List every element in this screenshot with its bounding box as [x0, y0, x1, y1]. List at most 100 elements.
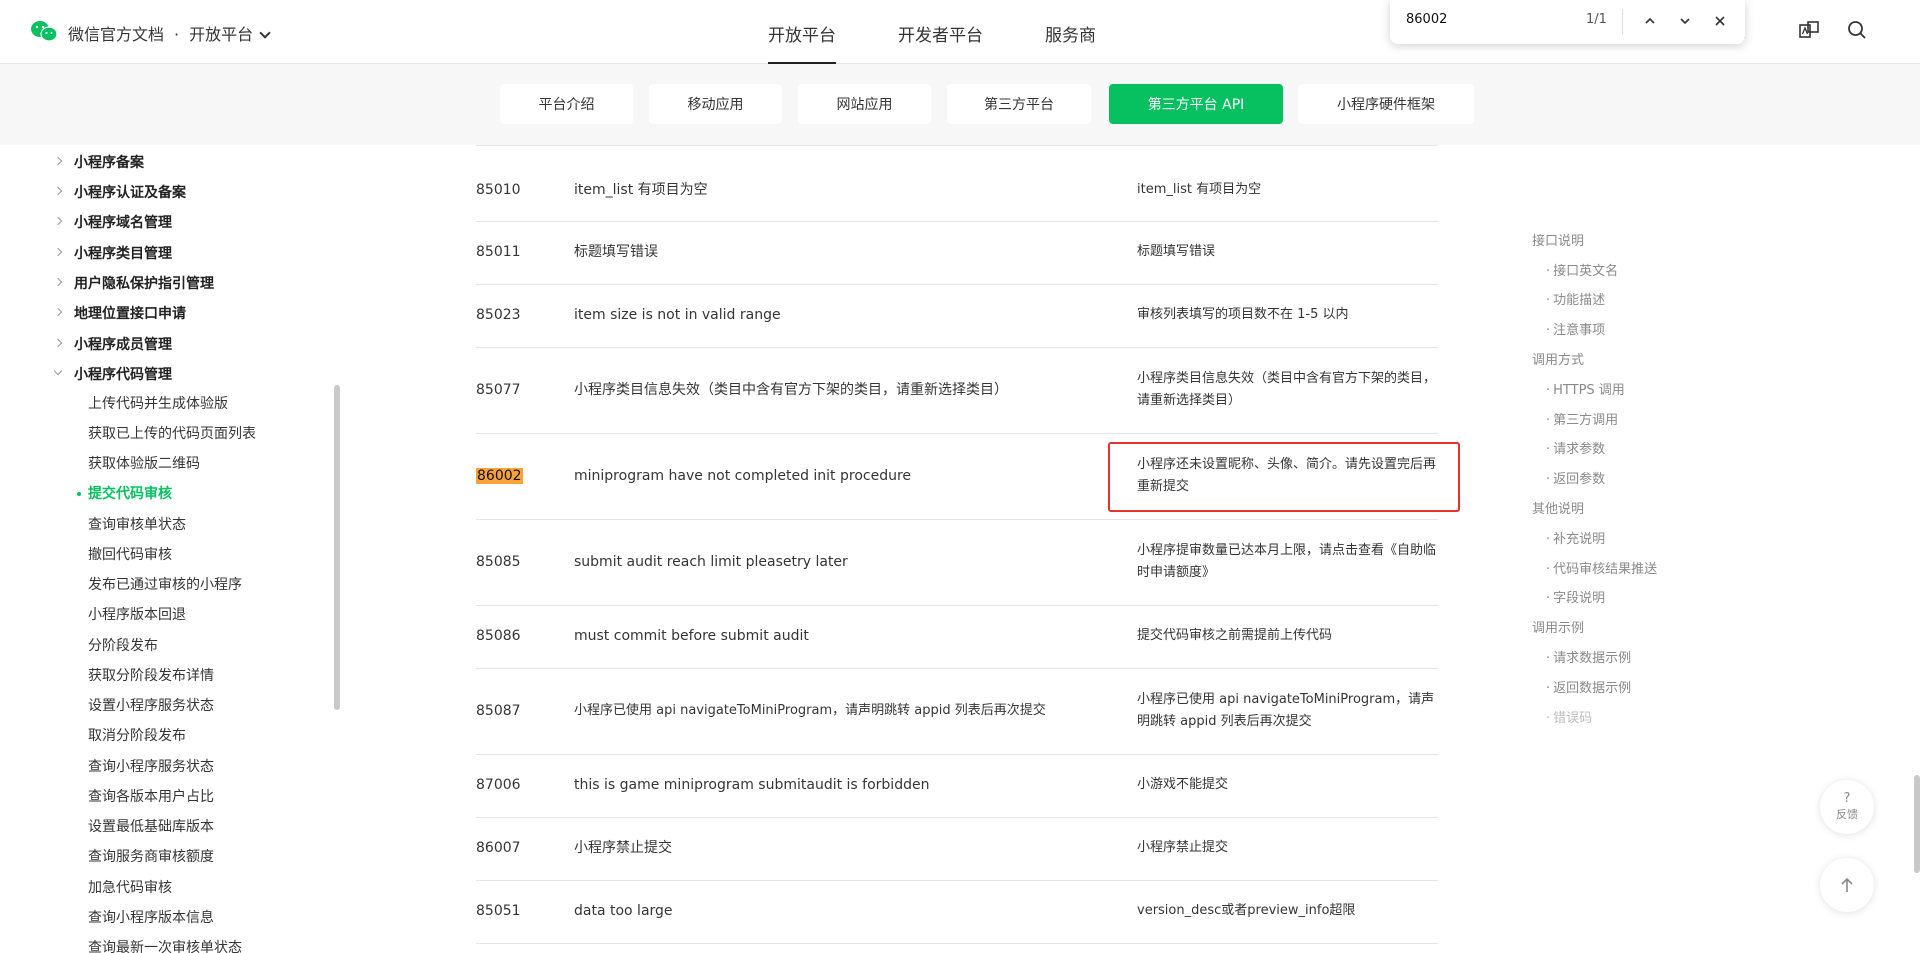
section-dropdown[interactable]: 开放平台 — [189, 25, 253, 44]
toc-item[interactable]: 返回数据示例 — [1546, 677, 1631, 696]
error-message: item_list 有项目为空 — [574, 182, 708, 198]
language-switch-icon[interactable] — [1798, 19, 1820, 41]
error-description: 小程序提审数量已达本月上限，请点击查看《自助临时申请额度》 — [1137, 543, 1437, 580]
chevron-right-icon[interactable] — [53, 216, 63, 226]
toc-item[interactable]: 接口英文名 — [1546, 260, 1618, 279]
chevron-right-icon[interactable] — [53, 338, 63, 348]
toc-heading[interactable]: 其他说明 — [1532, 498, 1584, 517]
error-code-match: 86002 — [476, 465, 523, 487]
error-code: 86007 — [476, 840, 521, 856]
chevron-down-icon[interactable] — [53, 366, 63, 376]
sidebar-item[interactable]: 小程序版本回退 — [88, 604, 186, 624]
tab-mobile-app[interactable]: 移动应用 — [649, 84, 782, 124]
sidebar-item[interactable]: 查询最新一次审核单状态 — [88, 937, 242, 953]
toc-item-error-code[interactable]: 错误码 — [1546, 707, 1592, 726]
error-description: 小游戏不能提交 — [1137, 777, 1229, 792]
sidebar-item[interactable]: 设置小程序服务状态 — [88, 695, 214, 715]
error-description: 提交代码审核之前需提前上传代码 — [1137, 628, 1333, 643]
error-code: 85051 — [476, 903, 521, 919]
sidebar-group[interactable]: 小程序域名管理 — [74, 212, 172, 232]
error-message: 小程序已使用 api navigateToMiniProgram，请声明跳转 a… — [574, 703, 1046, 718]
back-to-top-button[interactable] — [1820, 858, 1874, 912]
arrow-up-icon — [1841, 877, 1853, 892]
error-message: must commit before submit audit — [574, 628, 809, 644]
toc-heading[interactable]: 调用示例 — [1532, 617, 1584, 636]
find-match-count: 1/1 — [1586, 12, 1607, 27]
sidebar-item[interactable]: 获取分阶段发布详情 — [88, 665, 214, 685]
sidebar-group[interactable]: 小程序备案 — [74, 152, 144, 172]
current-item-dot — [77, 492, 81, 496]
sidebar-item[interactable]: 获取已上传的代码页面列表 — [88, 423, 256, 443]
sidebar-item[interactable]: 查询服务商审核额度 — [88, 846, 214, 866]
toc-item[interactable]: 功能描述 — [1546, 289, 1605, 308]
find-match-highlight: 86002 — [476, 468, 523, 484]
sidebar-item[interactable]: 查询各版本用户占比 — [88, 786, 214, 806]
sidebar-group[interactable]: 地理位置接口申请 — [74, 303, 186, 323]
tab-third-party-platform[interactable]: 第三方平台 — [947, 84, 1091, 124]
sidebar-group[interactable]: 小程序成员管理 — [74, 334, 172, 354]
find-separator — [1622, 9, 1623, 35]
find-next-button[interactable] — [1674, 10, 1696, 32]
sidebar-item[interactable]: 上传代码并生成体验版 — [88, 393, 228, 413]
sidebar-item[interactable]: 获取体验版二维码 — [88, 453, 200, 473]
toc-item[interactable]: 第三方调用 — [1546, 409, 1618, 428]
error-message: 标题填写错误 — [574, 244, 658, 260]
tab-platform-intro[interactable]: 平台介绍 — [500, 84, 633, 124]
error-description: 小程序类目信息失效（类目中含有官方下架的类目，请重新选择类目） — [1137, 371, 1437, 408]
nav-developer-platform[interactable]: 开发者平台 — [898, 0, 983, 64]
sidebar-item[interactable]: 查询小程序版本信息 — [88, 907, 214, 927]
toc-item[interactable]: 请求参数 — [1546, 438, 1605, 457]
find-input[interactable]: 86002 — [1406, 12, 1447, 27]
toc-item[interactable]: 请求数据示例 — [1546, 647, 1631, 666]
toc-item[interactable]: HTTPS 调用 — [1546, 379, 1625, 398]
error-code: 85011 — [476, 244, 521, 260]
chevron-down-icon[interactable] — [259, 27, 271, 39]
sidebar-group-expanded[interactable]: 小程序代码管理 — [74, 364, 172, 384]
table-row: 85085 submit audit reach limit pleasetry… — [476, 520, 1438, 606]
chevron-right-icon[interactable] — [53, 186, 63, 196]
error-description: item_list 有项目为空 — [1137, 182, 1262, 197]
sidebar-item[interactable]: 查询审核单状态 — [88, 514, 186, 534]
error-message: this is game miniprogram submitaudit is … — [574, 777, 930, 793]
toc-heading[interactable]: 接口说明 — [1532, 230, 1584, 249]
page-scrollbar[interactable] — [1914, 775, 1920, 873]
search-icon[interactable] — [1846, 19, 1868, 41]
sidebar-item-current[interactable]: 提交代码审核 — [88, 483, 172, 503]
sidebar-item[interactable]: 加急代码审核 — [88, 877, 172, 897]
sidebar-item[interactable]: 发布已通过审核的小程序 — [88, 574, 242, 594]
tab-third-party-api[interactable]: 第三方平台 API — [1109, 84, 1283, 124]
toc-heading[interactable]: 调用方式 — [1532, 349, 1584, 368]
sidebar-item[interactable]: 设置最低基础库版本 — [88, 816, 214, 836]
sidebar-group[interactable]: 小程序类目管理 — [74, 243, 172, 263]
find-in-page-bar: 86002 1/1 — [1390, 0, 1745, 44]
sidebar-item[interactable]: 查询小程序服务状态 — [88, 756, 214, 776]
main-nav: 开放平台 开发者平台 服务商 — [768, 0, 1158, 64]
toc-item[interactable]: 注意事项 — [1546, 319, 1605, 338]
find-previous-button[interactable] — [1639, 10, 1661, 32]
nav-open-platform[interactable]: 开放平台 — [768, 0, 836, 64]
chevron-right-icon[interactable] — [53, 307, 63, 317]
nav-service-provider[interactable]: 服务商 — [1045, 0, 1096, 64]
chevron-right-icon[interactable] — [53, 277, 63, 287]
chevron-right-icon[interactable] — [53, 247, 63, 257]
sidebar-item[interactable]: 撤回代码审核 — [88, 544, 172, 564]
chevron-right-icon[interactable] — [53, 156, 63, 166]
brand[interactable]: 微信官方文档 · 开放平台 — [68, 21, 271, 45]
find-close-button[interactable] — [1709, 10, 1731, 32]
tab-hardware-framework[interactable]: 小程序硬件框架 — [1298, 84, 1474, 124]
toc-item[interactable]: 补充说明 — [1546, 528, 1605, 547]
tab-website-app[interactable]: 网站应用 — [798, 84, 931, 124]
toc-item[interactable]: 代码审核结果推送 — [1546, 558, 1657, 577]
sidebar-scrollbar[interactable] — [334, 385, 340, 710]
toc-item[interactable]: 字段说明 — [1546, 587, 1605, 606]
toc-item[interactable]: 返回参数 — [1546, 468, 1605, 487]
sub-nav: 平台介绍 移动应用 网站应用 第三方平台 第三方平台 API 小程序硬件框架 — [0, 64, 1920, 145]
error-description: 小程序已使用 api navigateToMiniProgram，请声明跳转 a… — [1137, 692, 1435, 729]
brand-title[interactable]: 微信官方文档 — [68, 25, 164, 44]
feedback-button[interactable]: ? 反馈 — [1820, 780, 1874, 834]
sidebar-group[interactable]: 用户隐私保护指引管理 — [74, 273, 214, 293]
sidebar-item[interactable]: 取消分阶段发布 — [88, 725, 186, 745]
wechat-logo-icon[interactable] — [30, 20, 58, 42]
sidebar-item[interactable]: 分阶段发布 — [88, 635, 158, 655]
sidebar-group[interactable]: 小程序认证及备案 — [74, 182, 186, 202]
